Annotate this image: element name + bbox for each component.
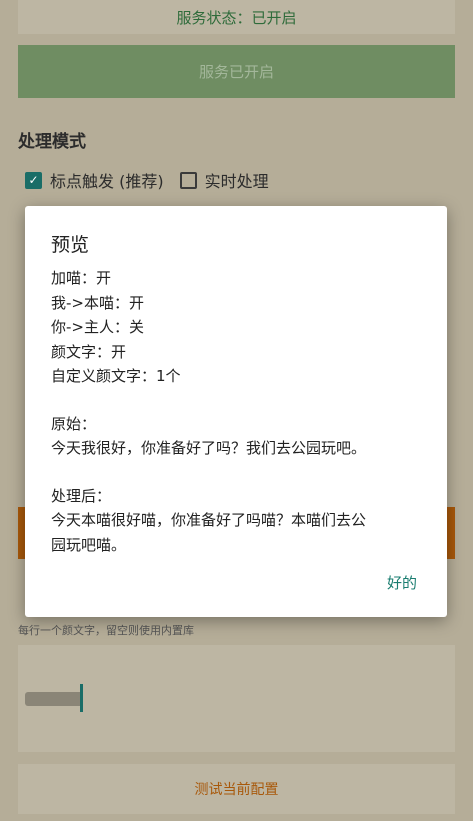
custom-emoticon-input[interactable] (18, 645, 455, 752)
service-status-card: 服务状态：已开启 (18, 0, 455, 34)
dialog-title: 预览 (51, 234, 90, 256)
emoticon-entry-blurred (25, 692, 83, 706)
test-config-button[interactable]: 测试当前配置 (18, 764, 455, 814)
processed-text-line2: 园玩吧喵。 (51, 535, 127, 554)
processing-mode-title: 处理模式 (18, 132, 86, 152)
dialog-body: 加喵：开 我->本喵：开 你->主人：关 颜文字：开 自定义颜文字：1个 原始：… (51, 266, 431, 557)
setting-you-to-master: 你->主人：关 (51, 318, 144, 336)
realtime-label[interactable]: 实时处理 (205, 168, 269, 192)
original-text: 今天我很好，你准备好了吗？我们去公园玩吧。 (51, 439, 367, 457)
service-status-text: 服务状态：已开启 (176, 8, 297, 27)
preview-dialog: 预览 加喵：开 我->本喵：开 你->主人：关 颜文字：开 自定义颜文字：1个 … (25, 206, 447, 617)
emoticon-hint: 每行一个颜文字，留空则使用内置库 (18, 624, 194, 637)
check-icon: ✓ (28, 173, 39, 187)
punctuation-trigger-checkbox[interactable]: ✓ (25, 171, 42, 189)
realtime-checkbox[interactable] (179, 171, 197, 189)
processing-mode-options: ✓ 标点触发 (推荐) 实时处理 (25, 168, 285, 192)
processed-text-line1: 今天本喵很好喵，你准备好了吗喵？本喵们去公 (51, 511, 367, 529)
service-enabled-button[interactable]: 服务已开启 (18, 45, 455, 98)
setting-add-meow: 加喵：开 (51, 269, 112, 287)
text-cursor (80, 684, 83, 712)
ok-button[interactable]: 好的 (387, 572, 417, 593)
original-label: 原始： (51, 414, 97, 433)
processed-label: 处理后： (51, 486, 112, 505)
setting-custom-emoticon: 自定义颜文字：1个 (51, 367, 181, 385)
punctuation-trigger-label[interactable]: 标点触发 (推荐) (50, 168, 164, 192)
setting-me-to-benmiao: 我->本喵：开 (51, 293, 144, 312)
setting-emoticon: 颜文字：开 (51, 342, 127, 361)
